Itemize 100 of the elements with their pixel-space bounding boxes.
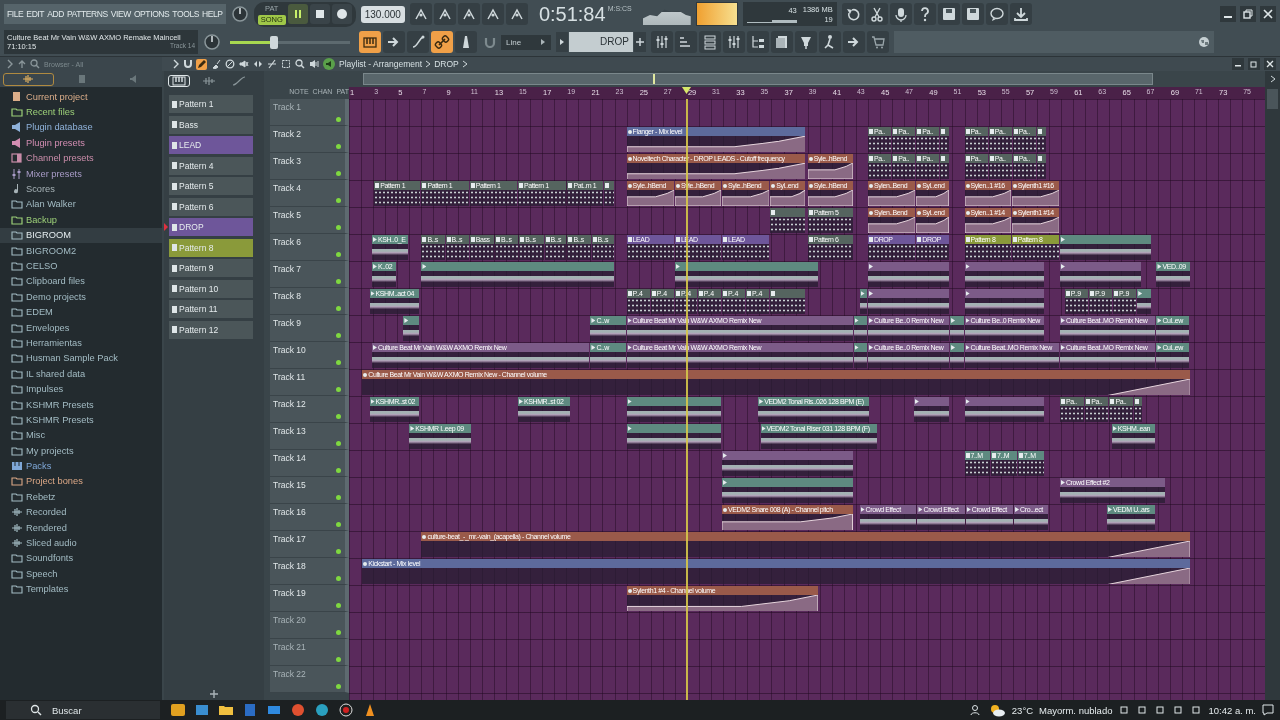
browser-item[interactable]: Rebetz: [26, 491, 56, 502]
track-name: Track 7: [273, 264, 302, 274]
taskbar-search-field[interactable]: Buscar: [6, 701, 160, 719]
pattern-item[interactable]: Pattern 1: [169, 95, 253, 113]
browser-item[interactable]: Demo projects: [26, 291, 86, 302]
browser-item[interactable]: Mixer presets: [26, 168, 82, 179]
track-name: Track 14: [273, 453, 306, 463]
track-header[interactable]: Track 11: [270, 369, 349, 396]
track-header[interactable]: Track 7: [270, 261, 349, 288]
track-name: Track 10: [273, 345, 306, 355]
track-header[interactable]: Track 17: [270, 531, 349, 558]
pattern-name: Pattern 10: [179, 283, 219, 294]
track-header[interactable]: Track 4: [270, 180, 349, 207]
pattern-name: Pattern 12: [179, 324, 219, 335]
browser-item[interactable]: Misc: [26, 430, 46, 441]
browser-item[interactable]: KSHMR Presets: [26, 399, 94, 410]
pattern-selector[interactable]: DROP: [569, 32, 633, 52]
pattern-item[interactable]: Pattern 4: [169, 156, 253, 175]
pattern-item[interactable]: Pattern 10: [169, 279, 253, 298]
menu-item[interactable]: PATTERNS: [66, 9, 108, 19]
track-header[interactable]: Track 15: [270, 477, 349, 504]
track-header[interactable]: Track 5: [270, 207, 349, 234]
track-header[interactable]: Track 10: [270, 342, 349, 369]
browser-item[interactable]: EDEM: [26, 307, 53, 318]
track-header[interactable]: Track 21: [270, 639, 349, 666]
menu-item[interactable]: FILE: [7, 9, 24, 19]
tempo-field[interactable]: 130.000: [360, 5, 405, 23]
pattern-name: Pattern 6: [179, 201, 214, 212]
track-name: Track 2: [273, 129, 302, 139]
browser-item[interactable]: Backup: [26, 214, 57, 225]
track-header[interactable]: Track 13: [270, 423, 349, 450]
pattern-name: Pattern 9: [179, 263, 214, 273]
pattern-item[interactable]: Bass: [169, 115, 253, 134]
pattern-name: Pattern 11: [179, 304, 218, 314]
track-header[interactable]: Track 9: [270, 315, 349, 342]
menu-item[interactable]: HELP: [202, 9, 223, 19]
pattern-item[interactable]: LEAD: [169, 136, 253, 154]
pattern-item[interactable]: Pattern 6: [169, 197, 253, 216]
browser-item[interactable]: KSHMR Presets: [26, 414, 94, 425]
browser-item[interactable]: Packs: [26, 461, 52, 472]
track-header[interactable]: Track 8: [270, 288, 349, 315]
browser-item[interactable]: Sliced audio: [26, 538, 77, 548]
browser-item[interactable]: Impulses: [26, 384, 64, 395]
browser-item[interactable]: Templates: [26, 584, 69, 595]
track-header[interactable]: Track 22: [270, 666, 349, 693]
selected-row-highlight[interactable]: BIGROOM: [0, 227, 162, 243]
track-header[interactable]: Track 1: [270, 99, 349, 126]
track-header[interactable]: Track 18: [270, 558, 349, 585]
browser-item[interactable]: Recent files: [26, 107, 75, 118]
track-name: Track 17: [273, 534, 306, 544]
track-name: Track 3: [273, 156, 302, 166]
track-header[interactable]: Track 20: [270, 612, 349, 639]
browser-item[interactable]: BIGROOM: [26, 230, 71, 241]
track-header[interactable]: Track 16: [270, 504, 349, 531]
browser-item[interactable]: Recorded: [26, 507, 67, 518]
track-header[interactable]: Track 2: [270, 126, 349, 153]
menu-item[interactable]: TOOLS: [172, 9, 200, 19]
browser-item[interactable]: Speech: [26, 568, 58, 579]
snap-dropdown[interactable]: Line: [501, 34, 551, 50]
track-header[interactable]: Track 14: [270, 450, 349, 477]
pattern-item[interactable]: DROP: [169, 218, 253, 236]
current-pattern-name: DROP: [434, 59, 459, 69]
track-header[interactable]: Track 19: [270, 585, 349, 612]
browser-item[interactable]: CELSO: [26, 261, 58, 271]
menu-item[interactable]: VIEW: [110, 9, 131, 19]
clock-text: 10:42 a. m.: [1208, 704, 1256, 716]
track-name: Track 20: [273, 615, 306, 625]
browser-item[interactable]: Plugin database: [26, 122, 93, 133]
track-header[interactable]: Track 12: [270, 396, 349, 423]
browser-item[interactable]: Channel presets: [26, 153, 94, 164]
browser-item[interactable]: Current project: [26, 91, 88, 102]
pattern-name: DROP: [179, 222, 204, 232]
browser-item[interactable]: Scores: [26, 184, 55, 195]
menu-item[interactable]: ADD: [47, 9, 64, 19]
browser-item[interactable]: Clipboard files: [26, 276, 85, 287]
pattern-item[interactable]: Pattern 12: [169, 320, 253, 339]
browser-item[interactable]: Herramientas: [26, 337, 82, 348]
track-name: Track 12: [273, 399, 306, 409]
browser-item[interactable]: IL shared data: [26, 368, 86, 379]
menu-item[interactable]: EDIT: [26, 9, 45, 19]
browser-item[interactable]: Alan Walker: [26, 199, 76, 210]
pattern-item[interactable]: Pattern 5: [169, 177, 253, 195]
browser-item[interactable]: Husman Sample Pack: [26, 353, 118, 364]
browser-item[interactable]: Envelopes: [26, 322, 70, 333]
temperature-text: 23°C: [1011, 704, 1034, 716]
track-header[interactable]: Track 3: [270, 153, 349, 180]
browser-item[interactable]: BIGROOM2: [26, 245, 77, 256]
pattern-item[interactable]: Pattern 9: [169, 259, 253, 277]
browser-item[interactable]: Rendered: [26, 522, 67, 533]
browser-item[interactable]: Plugin presets: [26, 137, 85, 148]
menu-item[interactable]: OPTIONS: [133, 9, 170, 19]
track-name: Track 21: [273, 642, 306, 652]
track-name: Track 1: [273, 102, 302, 112]
track-name: Track 4: [273, 183, 302, 193]
pattern-item[interactable]: Pattern 11: [169, 300, 253, 318]
browser-item[interactable]: My projects: [26, 445, 74, 456]
browser-item[interactable]: Project bones: [26, 476, 83, 487]
track-header[interactable]: Track 6: [270, 234, 349, 261]
track-name: Track 18: [273, 561, 306, 571]
browser-item[interactable]: Soundfonts: [26, 553, 74, 564]
